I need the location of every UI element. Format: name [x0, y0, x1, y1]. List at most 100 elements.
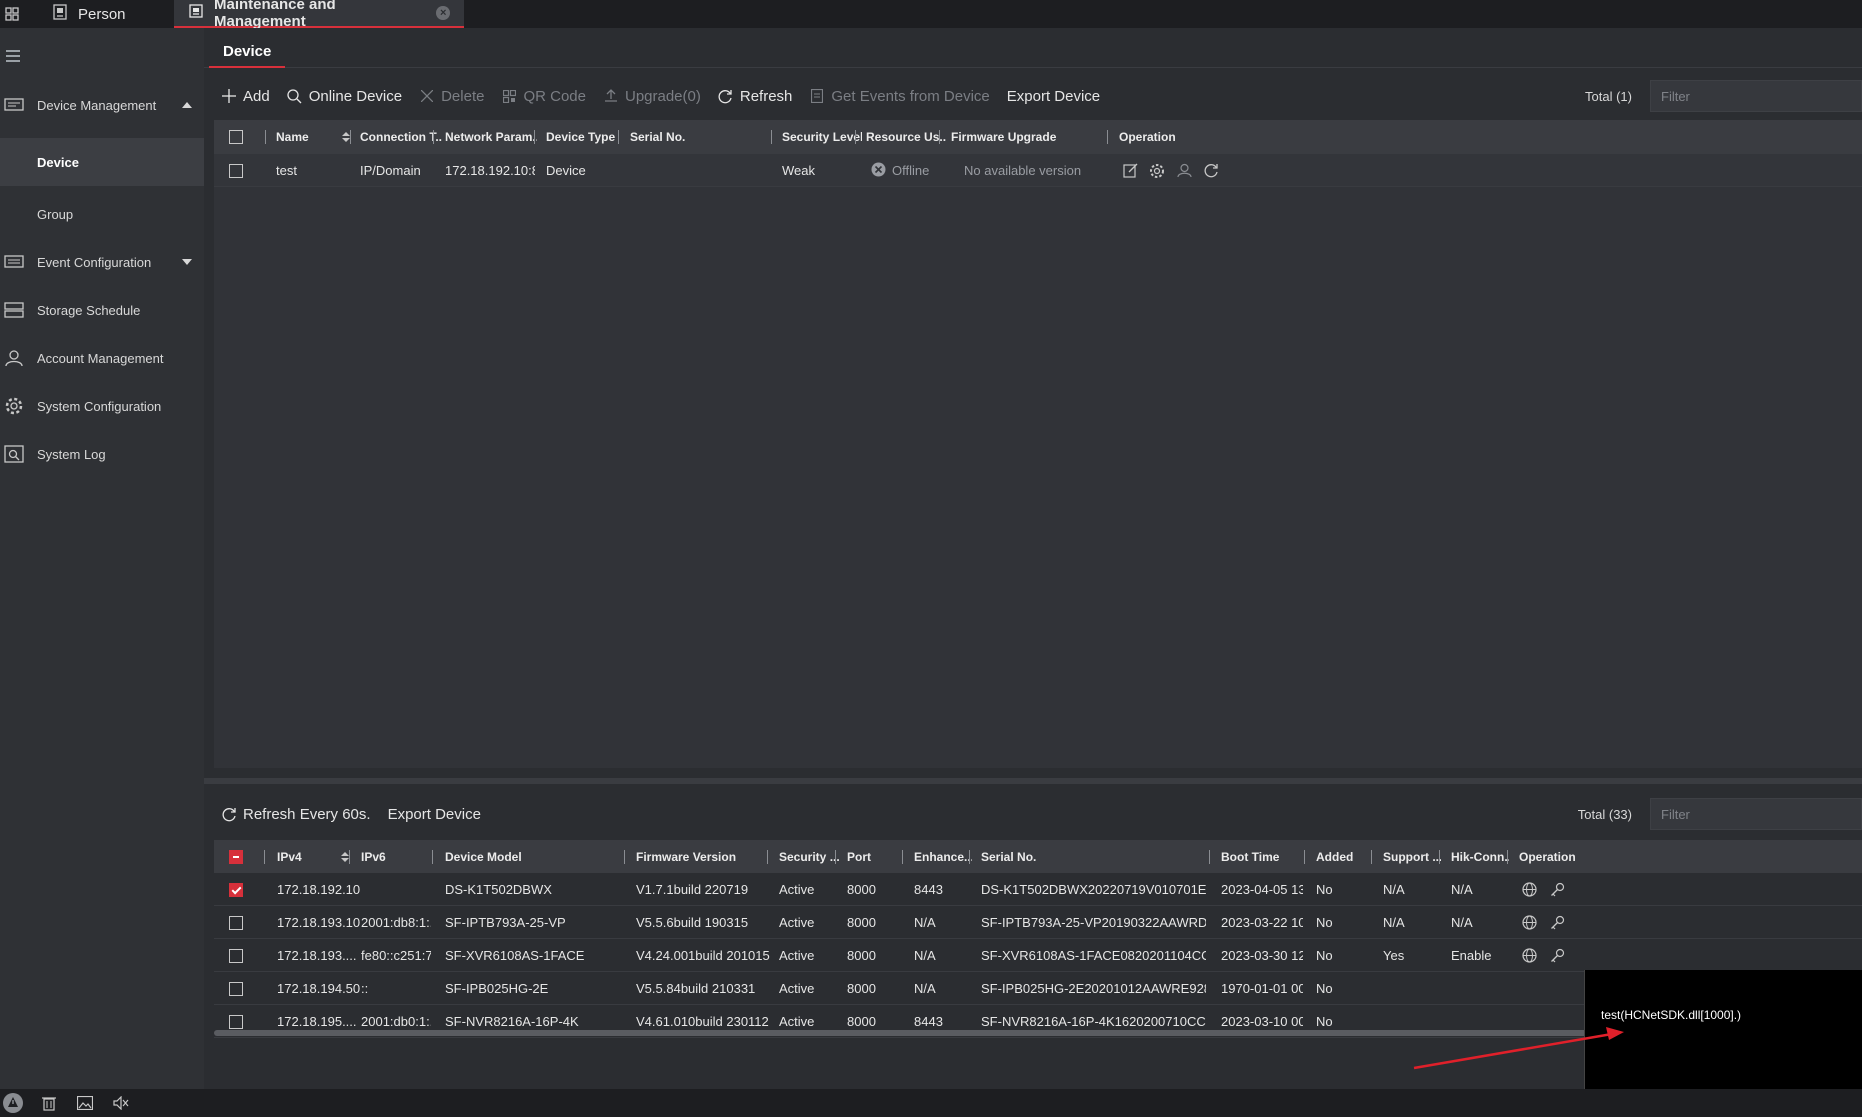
sidebar-item-event-configuration[interactable]: Event Configuration: [0, 242, 204, 282]
enhance-cell: N/A: [914, 981, 936, 996]
gear-icon[interactable]: [1149, 163, 1165, 179]
support-cell: N/A: [1383, 915, 1405, 930]
row-checkbox[interactable]: [229, 972, 243, 1005]
col-firmware-version[interactable]: Firmware Version: [636, 840, 736, 874]
globe-icon[interactable]: [1521, 948, 1537, 964]
horizontal-scrollbar[interactable]: [214, 1030, 1592, 1036]
get-events-button[interactable]: Get Events from Device: [809, 88, 990, 105]
ipv4-cell: 172.18.193.10: [277, 915, 361, 930]
table-row[interactable]: 172.18.192.10 DS-K1T502DBWX V1.7.1build 22…: [214, 873, 1862, 906]
sidebar-item-storage-schedule[interactable]: Storage Schedule: [0, 290, 204, 330]
sidebar-item-device-management[interactable]: Device Management: [0, 85, 204, 125]
online-device-button[interactable]: Online Device: [287, 88, 402, 105]
delete-button[interactable]: Delete: [419, 88, 484, 105]
refresh-icon[interactable]: [1203, 163, 1219, 179]
tab-device[interactable]: Device: [209, 36, 286, 68]
sidebar-item-system-log[interactable]: System Log: [0, 434, 204, 474]
operation-icons: [1122, 154, 1219, 187]
tab-person[interactable]: Person: [24, 0, 174, 28]
storage-schedule-icon: [2, 300, 26, 320]
online-total: Total (33): [1577, 806, 1632, 822]
globe-icon[interactable]: [1521, 882, 1537, 898]
device-table: Name Connection T... Network Param... De…: [214, 120, 1862, 768]
alarm-icon[interactable]: [2, 1092, 24, 1114]
select-all-checkbox[interactable]: [229, 120, 243, 154]
upgrade-button[interactable]: Upgrade(0): [603, 88, 701, 105]
tab-maintenance[interactable]: Maintenance and Management ×: [174, 0, 464, 30]
col-port[interactable]: Port: [847, 840, 871, 874]
add-button[interactable]: Add: [221, 88, 270, 105]
key-icon[interactable]: [1549, 915, 1565, 931]
refresh-button[interactable]: Refresh: [718, 88, 792, 105]
device-filter-input[interactable]: Filter: [1650, 80, 1862, 112]
col-serial[interactable]: Serial No.: [630, 120, 730, 154]
col-security[interactable]: Security Level: [782, 120, 862, 154]
qr-code-button[interactable]: QR Code: [501, 88, 586, 105]
trash-icon[interactable]: [38, 1092, 60, 1114]
image-icon[interactable]: [74, 1092, 96, 1114]
col-resource[interactable]: Resource Us...: [866, 120, 946, 154]
key-icon[interactable]: [1549, 948, 1565, 964]
col-operation: Operation: [1119, 130, 1176, 144]
sidebar-item-group[interactable]: Group: [0, 194, 204, 234]
col-enhance[interactable]: Enhance...: [914, 840, 972, 874]
export-device-button[interactable]: Export Device: [1007, 88, 1100, 105]
panel-splitter[interactable]: [204, 778, 1862, 784]
menu-toggle-icon[interactable]: [6, 50, 20, 62]
row-checkbox[interactable]: [229, 154, 243, 187]
refresh-every-button[interactable]: Refresh Every 60s.: [221, 806, 371, 823]
table-header: IPv4 IPv6 Device Model Firmware Version …: [214, 840, 1862, 873]
row-checkbox[interactable]: [229, 906, 243, 939]
col-connection[interactable]: Connection T...: [360, 120, 442, 154]
table-row[interactable]: 172.18.193.102001:db8:1:... SF-IPTB793A-2…: [214, 906, 1862, 939]
col-boot-time[interactable]: Boot Time: [1221, 840, 1279, 874]
sidebar: Device Management Device Group Event Con…: [0, 28, 204, 1089]
operation-icons: [1521, 873, 1565, 906]
online-filter-input[interactable]: Filter: [1650, 798, 1862, 830]
edit-icon[interactable]: [1122, 163, 1138, 179]
col-device-type[interactable]: Device Type: [546, 120, 621, 154]
expand-arrow-icon[interactable]: [182, 259, 192, 265]
sidebar-item-system-configuration[interactable]: System Configuration: [0, 386, 204, 426]
export-online-device-button[interactable]: Export Device: [388, 806, 481, 823]
col-support[interactable]: Support ...: [1383, 840, 1441, 874]
col-ipv4[interactable]: IPv4: [277, 840, 302, 874]
col-network[interactable]: Network Param...: [445, 120, 537, 154]
account-icon: [2, 348, 26, 368]
row-checkbox[interactable]: [229, 873, 243, 906]
row-checkbox[interactable]: [229, 939, 243, 972]
sort-icon[interactable]: [331, 840, 349, 874]
mute-icon[interactable]: [110, 1092, 132, 1114]
user-icon[interactable]: [1176, 163, 1192, 179]
table-row[interactable]: test IP/Domain 172.18.192.10:8... Device…: [214, 154, 1862, 187]
operation-icons: [1521, 906, 1565, 939]
col-device-model[interactable]: Device Model: [445, 840, 522, 874]
gear-icon: [2, 396, 26, 416]
col-security[interactable]: Security ...: [779, 840, 841, 874]
added-cell: No: [1316, 981, 1333, 996]
col-hik-connect[interactable]: Hik-Conn...: [1451, 840, 1509, 874]
sort-icon[interactable]: [332, 120, 350, 154]
col-ipv6[interactable]: IPv6: [361, 840, 386, 874]
col-added[interactable]: Added: [1316, 840, 1353, 874]
close-icon[interactable]: ×: [436, 6, 450, 20]
apps-grid-icon[interactable]: [0, 0, 24, 28]
key-icon[interactable]: [1549, 882, 1565, 898]
event-configuration-icon: [2, 252, 26, 272]
operation-icons: [1521, 939, 1565, 972]
select-all-checkbox[interactable]: [229, 840, 243, 874]
ipv4-cell: 172.18.193....: [277, 948, 357, 963]
sidebar-item-device[interactable]: Device: [0, 138, 204, 186]
support-cell: Yes: [1383, 948, 1405, 963]
globe-icon[interactable]: [1521, 915, 1537, 931]
table-row[interactable]: 172.18.193.... fe80::c251:7... SF-XVR6108A…: [214, 939, 1862, 972]
sidebar-item-account-management[interactable]: Account Management: [0, 338, 204, 378]
port-cell: 8000: [847, 882, 876, 897]
serial-cell: SF-IPB025HG-2E20201012AAWRE92806850: [981, 981, 1206, 996]
collapse-arrow-icon[interactable]: [182, 102, 192, 108]
col-serial[interactable]: Serial No.: [981, 840, 1036, 874]
col-firmware[interactable]: Firmware Upgrade: [951, 120, 1071, 154]
refresh-icon: [221, 806, 237, 822]
port-cell: 8000: [847, 981, 876, 996]
device-management-icon: [2, 95, 26, 115]
